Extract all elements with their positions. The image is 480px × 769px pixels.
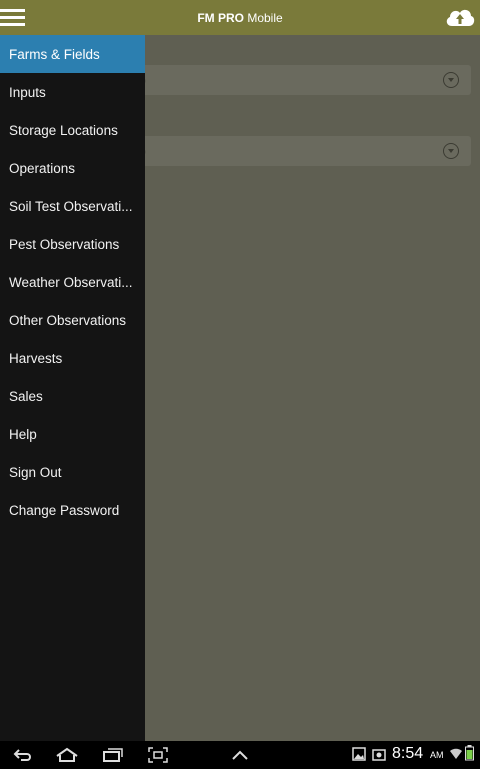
clock-ampm: AM	[430, 750, 444, 760]
menu-item-sales[interactable]: Sales	[0, 377, 145, 415]
back-icon[interactable]	[12, 747, 34, 763]
menu-item-pest-observations[interactable]: Pest Observations	[0, 225, 145, 263]
menu-item-help[interactable]: Help	[0, 415, 145, 453]
app-screen: FM PRO Mobile ) ) Farms & Fields Inputs …	[0, 0, 480, 769]
app-title: FM PRO Mobile	[197, 11, 282, 25]
menu-item-change-password[interactable]: Change Password	[0, 491, 145, 529]
wifi-icon	[450, 748, 462, 759]
app-title-bold: FM PRO	[197, 10, 244, 25]
menu-item-weather-observations[interactable]: Weather Observati...	[0, 263, 145, 301]
chevron-down-icon	[443, 72, 459, 88]
menu-item-farms-fields[interactable]: Farms & Fields	[0, 35, 145, 73]
app-bar: FM PRO Mobile	[0, 0, 480, 35]
hamburger-icon[interactable]	[0, 0, 26, 35]
home-icon[interactable]	[55, 747, 79, 763]
menu-item-harvests[interactable]: Harvests	[0, 339, 145, 377]
menu-item-operations[interactable]: Operations	[0, 149, 145, 187]
farm-dropdown[interactable]: )	[140, 65, 471, 95]
menu-item-storage-locations[interactable]: Storage Locations	[0, 111, 145, 149]
system-nav-bar: 8:54 AM	[0, 741, 480, 769]
screenshot-notification-icon	[372, 749, 386, 761]
battery-icon	[465, 745, 474, 761]
clock-time: 8:54	[392, 745, 424, 762]
chevron-down-icon	[443, 143, 459, 159]
app-title-rest: Mobile	[243, 10, 283, 25]
chevron-up-icon[interactable]	[230, 747, 250, 763]
menu-item-soil-test-observations[interactable]: Soil Test Observati...	[0, 187, 145, 225]
cloud-upload-icon[interactable]	[444, 4, 476, 30]
menu-item-other-observations[interactable]: Other Observations	[0, 301, 145, 339]
gallery-notification-icon	[352, 747, 366, 761]
field-dropdown[interactable]: )	[140, 136, 471, 166]
menu-item-sign-out[interactable]: Sign Out	[0, 453, 145, 491]
menu-item-inputs[interactable]: Inputs	[0, 73, 145, 111]
recent-apps-icon[interactable]	[102, 747, 124, 763]
nav-drawer: Farms & Fields Inputs Storage Locations …	[0, 35, 145, 741]
screenshot-icon[interactable]	[148, 747, 168, 763]
